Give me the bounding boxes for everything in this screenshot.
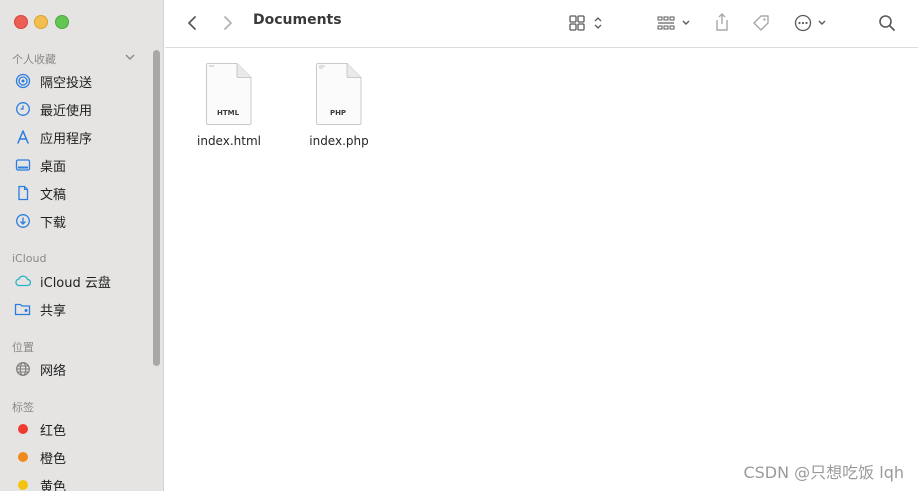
sidebar-item-label: 红色 [40, 423, 67, 439]
file-browser-content: HTML index.html PHP index.php CSDN @只想吃饭… [165, 48, 918, 491]
sidebar-item-label: iCloud 云盘 [40, 275, 111, 291]
applications-icon [14, 128, 32, 146]
forward-button[interactable] [217, 12, 239, 34]
document-icon [14, 184, 32, 202]
sidebar-scrollbar[interactable] [153, 50, 160, 366]
back-button[interactable] [181, 12, 203, 34]
ellipsis-circle-icon [794, 14, 826, 32]
airdrop-icon [14, 72, 32, 90]
sidebar-item-network[interactable]: 网络 [8, 357, 152, 381]
more-actions-button[interactable] [791, 12, 831, 34]
zoom-window-button[interactable] [55, 15, 69, 29]
sidebar-item-icloud-drive[interactable]: iCloud 云盘 [8, 269, 152, 293]
sidebar-section-tags: 标签 [12, 401, 34, 414]
sidebar-item-label: 黄色 [40, 479, 67, 491]
file-name: index.html [197, 134, 261, 148]
watermark: CSDN @只想吃饭 lqh [743, 463, 904, 482]
html-file-icon: HTML [206, 63, 252, 125]
sidebar-item-recents[interactable]: 最近使用 [8, 97, 152, 121]
network-globe-icon [14, 360, 32, 378]
finder-window: 个人收藏 隔空投送 最近使用 应用程序 桌面 文稿 下载 iCloud iClo… [0, 0, 918, 491]
php-file-icon: PHP [316, 63, 362, 125]
shared-folder-icon [14, 300, 32, 318]
minimize-window-button[interactable] [34, 15, 48, 29]
file-name: index.php [309, 134, 369, 148]
chevron-right-icon [224, 16, 232, 30]
sidebar-item-label: 共享 [40, 303, 67, 319]
clock-icon [14, 100, 32, 118]
sidebar-item-label: 应用程序 [40, 131, 93, 147]
chevron-down-icon[interactable] [124, 51, 136, 63]
search-button[interactable] [876, 11, 898, 35]
view-mode-button[interactable] [567, 12, 607, 34]
sidebar-tag-orange[interactable]: 橙色 [8, 445, 152, 469]
file-type-label: PHP [330, 109, 346, 117]
share-icon [716, 13, 728, 31]
sidebar-item-downloads[interactable]: 下载 [8, 209, 152, 233]
sidebar-section-favorites: 个人收藏 [12, 53, 56, 66]
sidebar: 个人收藏 隔空投送 最近使用 应用程序 桌面 文稿 下载 iCloud iClo… [0, 0, 164, 491]
sidebar-item-label: 文稿 [40, 187, 67, 203]
search-icon [879, 15, 895, 31]
sidebar-item-applications[interactable]: 应用程序 [8, 125, 152, 149]
chevron-left-icon [188, 16, 196, 30]
file-item[interactable]: HTML index.html [184, 62, 274, 148]
cloud-icon [14, 272, 32, 290]
download-icon [14, 212, 32, 230]
close-window-button[interactable] [14, 15, 28, 29]
sidebar-item-label: 下载 [40, 215, 67, 231]
sidebar-section-icloud: iCloud [12, 252, 47, 265]
toolbar: Documents [165, 0, 918, 48]
sidebar-item-desktop[interactable]: 桌面 [8, 153, 152, 177]
sidebar-item-label: 橙色 [40, 451, 67, 467]
icon-view-grid-icon [569, 15, 602, 31]
sidebar-tag-yellow[interactable]: 黄色 [8, 473, 152, 491]
file-type-label: HTML [217, 109, 240, 117]
sidebar-item-label: 最近使用 [40, 103, 93, 119]
window-title: Documents [253, 12, 342, 28]
group-by-button[interactable] [655, 12, 695, 34]
desktop-icon [14, 156, 32, 174]
tag-color-dot [14, 420, 32, 438]
sidebar-item-label: 桌面 [40, 159, 67, 175]
tags-button[interactable] [749, 11, 773, 35]
tag-icon [753, 15, 769, 31]
sidebar-item-airdrop[interactable]: 隔空投送 [8, 69, 152, 93]
sidebar-section-locations: 位置 [12, 341, 34, 354]
share-button[interactable] [711, 10, 733, 34]
sidebar-item-documents[interactable]: 文稿 [8, 181, 152, 205]
sidebar-item-label: 网络 [40, 363, 67, 379]
file-item[interactable]: PHP index.php [294, 62, 384, 148]
tag-color-dot [14, 476, 32, 491]
group-grid-icon [657, 16, 690, 30]
sidebar-item-label: 隔空投送 [40, 75, 93, 91]
sidebar-tag-red[interactable]: 红色 [8, 417, 152, 441]
sidebar-item-shared[interactable]: 共享 [8, 297, 152, 321]
tag-color-dot [14, 448, 32, 466]
